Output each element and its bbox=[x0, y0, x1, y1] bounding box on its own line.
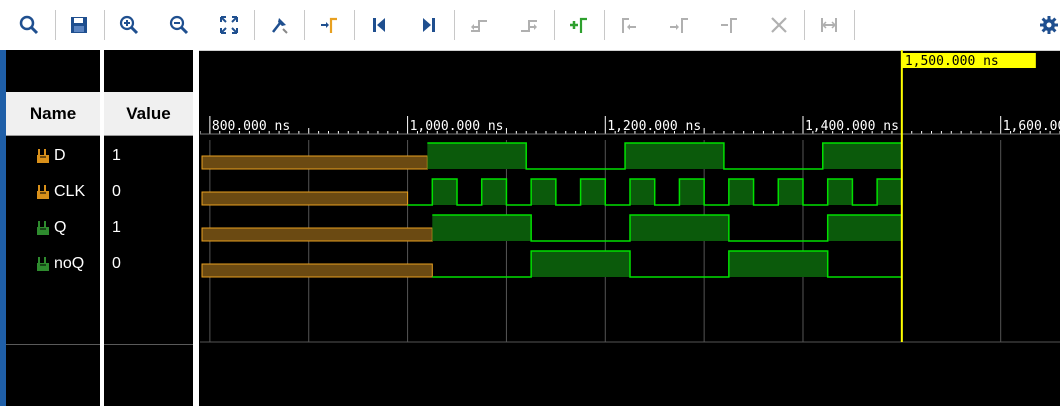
wave-high-fill bbox=[580, 179, 606, 205]
zoom-in-icon bbox=[119, 15, 139, 35]
next-transition-button[interactable] bbox=[514, 9, 544, 41]
next-marker-button[interactable] bbox=[664, 9, 694, 41]
first-icon bbox=[373, 18, 385, 32]
signal-name: CLK bbox=[54, 183, 86, 200]
ruler-tick-label: 800.000 ns bbox=[212, 119, 290, 134]
output-port-icon bbox=[37, 221, 49, 235]
list-end-line bbox=[104, 344, 193, 345]
wave-noq[interactable] bbox=[432, 250, 902, 278]
previous-marker-button[interactable] bbox=[614, 9, 644, 41]
undefined-region bbox=[201, 227, 433, 242]
value-column-header[interactable]: Value bbox=[104, 92, 193, 136]
wave-high-fill bbox=[531, 179, 556, 205]
wave-high-fill bbox=[827, 179, 853, 205]
search-button[interactable] bbox=[14, 9, 44, 41]
close-icon bbox=[771, 17, 787, 33]
wave-high-fill bbox=[432, 179, 458, 205]
go-to-last-button[interactable] bbox=[414, 9, 444, 41]
next-marker-icon bbox=[670, 18, 688, 33]
prev-marker-icon bbox=[622, 18, 636, 33]
undefined-region bbox=[201, 155, 428, 170]
save-icon bbox=[71, 17, 87, 33]
signal-value: 1 bbox=[112, 147, 121, 164]
wave-high-fill bbox=[427, 143, 527, 169]
wave-high-fill bbox=[432, 215, 532, 241]
wave-high-fill bbox=[630, 215, 729, 241]
swap-cursors-button[interactable] bbox=[714, 9, 744, 41]
zoom-out-icon bbox=[169, 15, 189, 35]
go-to-cursor-button[interactable] bbox=[264, 9, 294, 41]
undefined-region bbox=[201, 191, 409, 206]
zoom-fit-icon bbox=[220, 16, 238, 34]
snap-icon bbox=[821, 18, 837, 32]
last-icon bbox=[423, 18, 435, 32]
signal-value: 0 bbox=[112, 255, 121, 272]
signal-value: 1 bbox=[112, 219, 121, 236]
wave-high-fill bbox=[679, 179, 705, 205]
wave-high-fill bbox=[625, 143, 724, 169]
add-marker-button[interactable] bbox=[564, 9, 594, 41]
signal-row-d[interactable]: D bbox=[6, 144, 66, 168]
undefined-region bbox=[201, 263, 433, 278]
time-zero-icon bbox=[321, 17, 337, 33]
save-button[interactable] bbox=[64, 9, 94, 41]
signal-name: D bbox=[54, 147, 66, 164]
previous-transition-button[interactable] bbox=[464, 9, 494, 41]
signal-row-noq[interactable]: noQ bbox=[6, 252, 84, 276]
input-port-icon bbox=[37, 185, 49, 199]
signal-name: noQ bbox=[54, 255, 85, 272]
cursor-icon bbox=[272, 18, 288, 34]
go-to-first-button[interactable] bbox=[364, 9, 394, 41]
delete-markers-button[interactable] bbox=[764, 9, 794, 41]
panel-divider[interactable] bbox=[193, 50, 199, 406]
ruler-tick-label: 1,200.000 ns bbox=[607, 119, 701, 134]
zoom-out-button[interactable] bbox=[164, 9, 194, 41]
input-port-icon bbox=[37, 149, 49, 163]
wave-clk[interactable] bbox=[407, 178, 902, 206]
wave-high-fill bbox=[877, 179, 902, 205]
swap-cursor-icon bbox=[721, 18, 737, 33]
signal-values-panel: Value 1 0 1 0 bbox=[104, 50, 193, 406]
wave-high-fill bbox=[630, 179, 655, 205]
signal-row-q[interactable]: Q bbox=[6, 216, 66, 240]
snap-to-transition-button[interactable] bbox=[814, 9, 844, 41]
toolbar bbox=[0, 0, 1060, 51]
zoom-in-button[interactable] bbox=[114, 9, 144, 41]
wave-high-fill bbox=[822, 143, 902, 169]
name-column-header[interactable]: Name bbox=[6, 92, 100, 136]
list-end-line bbox=[6, 344, 100, 345]
output-port-icon bbox=[37, 257, 49, 271]
ruler-tick-label: 1,400.000 ns bbox=[805, 119, 899, 134]
gear-icon bbox=[1040, 16, 1058, 34]
signal-row-clk[interactable]: CLK bbox=[6, 180, 85, 204]
wave-high-fill bbox=[778, 179, 803, 205]
ruler-tick-label: 1,000.000 ns bbox=[410, 119, 504, 134]
settings-button[interactable] bbox=[1038, 9, 1060, 41]
next-transition-icon bbox=[521, 20, 537, 32]
signal-name: Q bbox=[54, 219, 67, 236]
wave-high-fill bbox=[728, 179, 754, 205]
signal-names-panel: Name D CLK Q noQ bbox=[6, 50, 100, 406]
wave-high-fill bbox=[481, 179, 507, 205]
wave-high-fill bbox=[531, 251, 630, 277]
add-marker-icon bbox=[570, 17, 587, 33]
waveform-viewer[interactable]: 800.000 ns 1,000.000 ns 1,200.000 ns 1,400.… bbox=[200, 50, 1060, 406]
wave-high-fill bbox=[728, 251, 828, 277]
search-icon bbox=[19, 15, 39, 35]
ruler-tick-label: 1,600.000 ns bbox=[1003, 119, 1060, 134]
wave-high-fill bbox=[827, 215, 902, 241]
zoom-fit-button[interactable] bbox=[214, 9, 244, 41]
signal-value: 0 bbox=[112, 183, 121, 200]
go-to-time-zero-button[interactable] bbox=[314, 9, 344, 41]
prev-transition-icon bbox=[471, 20, 487, 32]
cursor-label: 1,500.000 ns bbox=[905, 54, 999, 69]
